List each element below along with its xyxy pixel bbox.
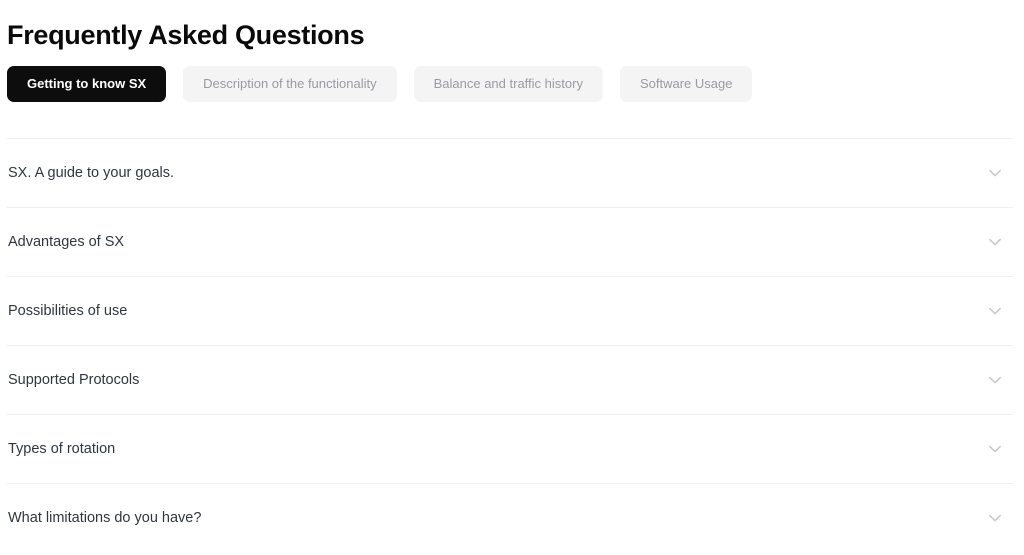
tab-3[interactable]: Software Usage xyxy=(619,66,753,102)
faq-page: Frequently Asked Questions Getting to kn… xyxy=(0,0,1024,555)
faq-item[interactable]: Advantages of SX xyxy=(7,207,1013,276)
chevron-down-icon[interactable] xyxy=(983,230,1007,254)
faq-item[interactable]: SX. A guide to your goals. xyxy=(7,138,1013,207)
chevron-down-icon[interactable] xyxy=(983,368,1007,392)
faq-accordion: SX. A guide to your goals. Advantages of … xyxy=(7,138,1013,552)
chevron-down-icon[interactable] xyxy=(983,437,1007,461)
faq-item[interactable]: What limitations do you have? xyxy=(7,483,1013,552)
tab-1[interactable]: Description of the functionality xyxy=(183,66,397,102)
faq-question-label: Advantages of SX xyxy=(8,234,125,250)
faq-question-label: SX. A guide to your goals. xyxy=(8,165,175,181)
page-title: Frequently Asked Questions xyxy=(7,20,365,51)
faq-question-label: Supported Protocols xyxy=(8,372,140,388)
tab-2[interactable]: Balance and traffic history xyxy=(413,66,603,102)
tab-list: Getting to know SX Description of the fun… xyxy=(7,66,753,102)
faq-question-label: Types of rotation xyxy=(8,441,116,457)
chevron-down-icon[interactable] xyxy=(983,161,1007,185)
chevron-down-icon[interactable] xyxy=(983,506,1007,530)
chevron-down-icon[interactable] xyxy=(983,299,1007,323)
faq-question-label: What limitations do you have? xyxy=(8,510,202,526)
faq-item[interactable]: Possibilities of use xyxy=(7,276,1013,345)
faq-item[interactable]: Supported Protocols xyxy=(7,345,1013,414)
faq-question-label: Possibilities of use xyxy=(8,303,128,319)
faq-item[interactable]: Types of rotation xyxy=(7,414,1013,483)
tab-0[interactable]: Getting to know SX xyxy=(7,66,167,102)
